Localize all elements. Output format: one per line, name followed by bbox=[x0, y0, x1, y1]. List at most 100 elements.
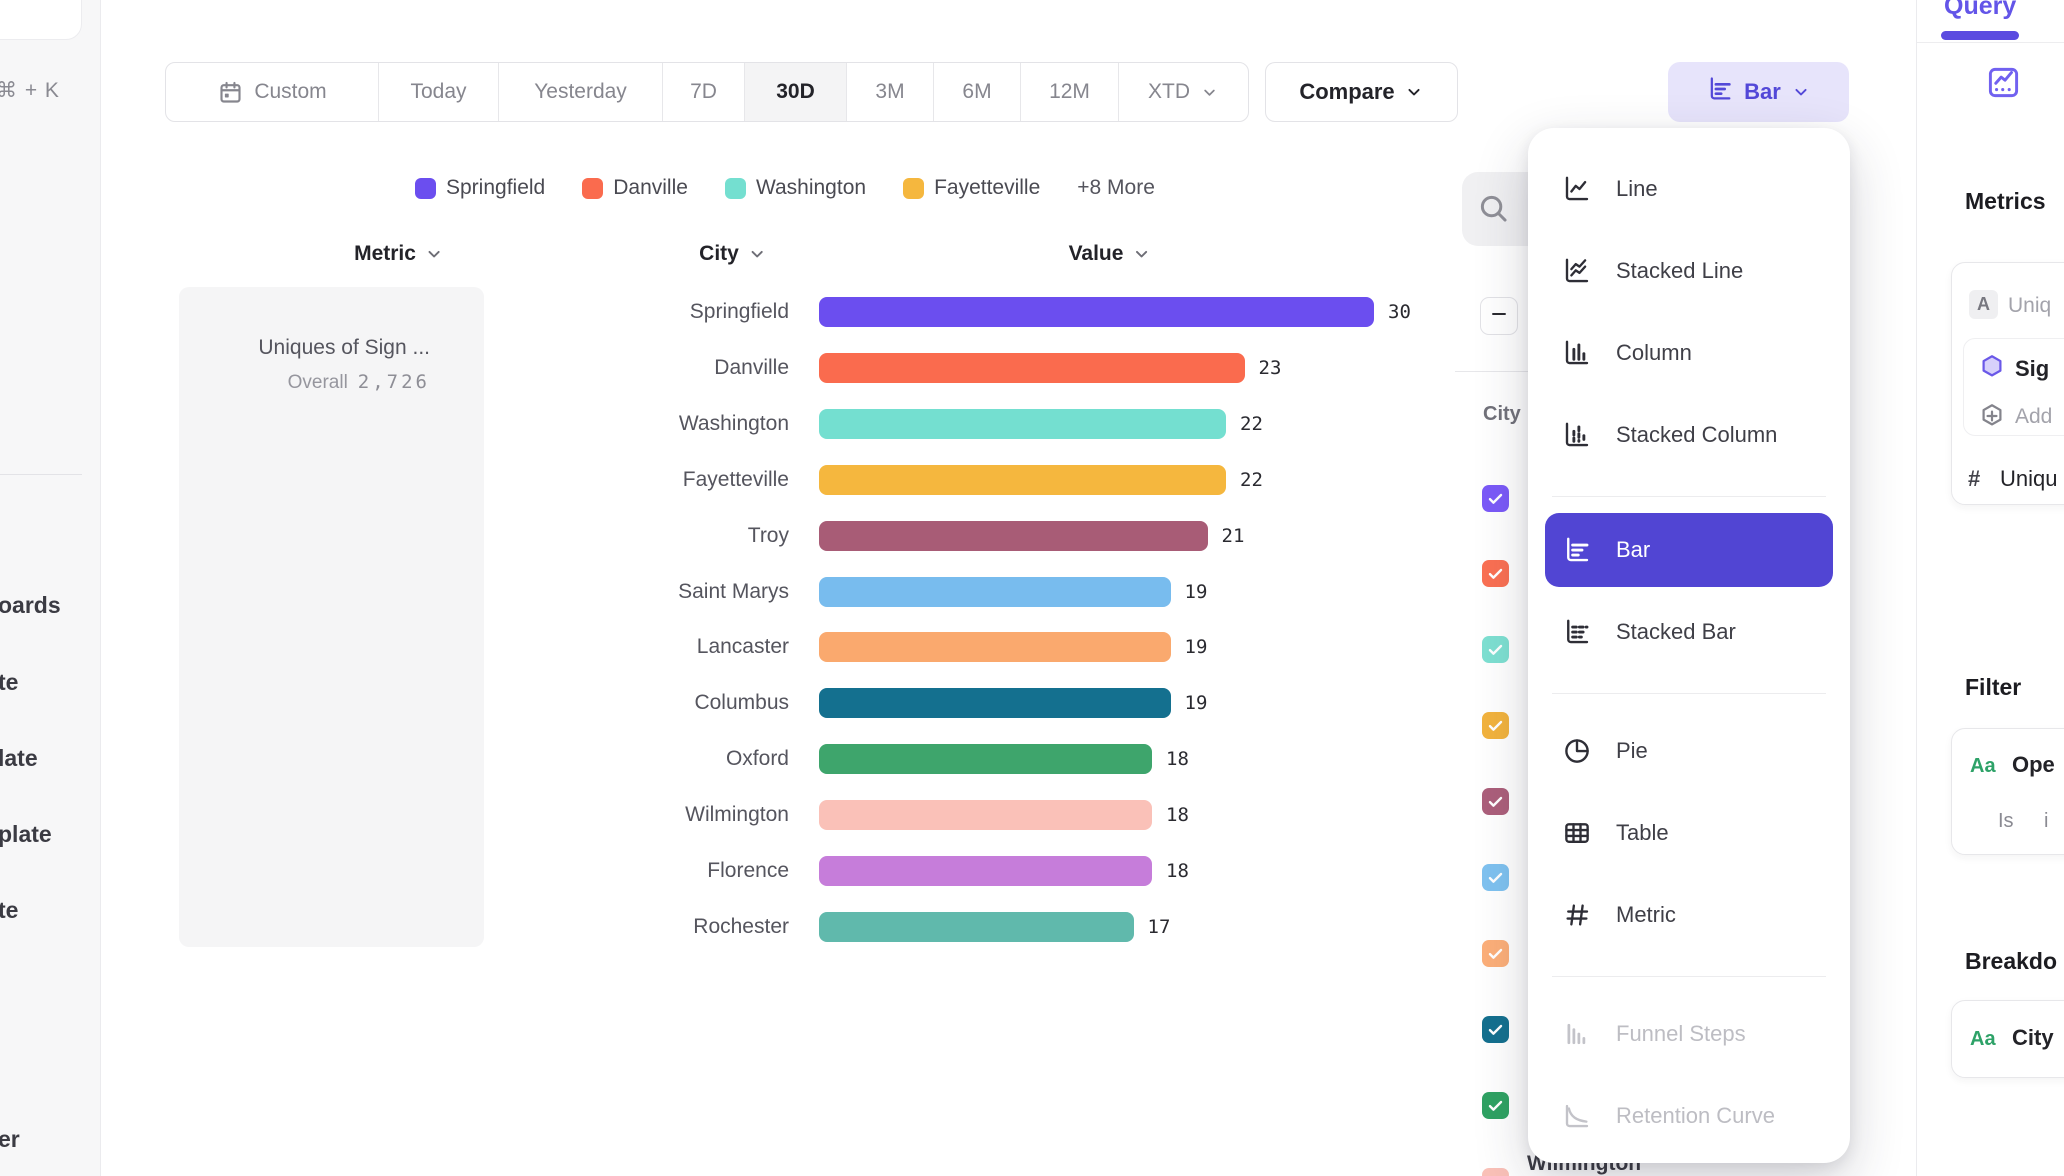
date-range-custom[interactable]: Custom bbox=[166, 63, 379, 121]
sidebar-item-fragment[interactable]: late bbox=[0, 744, 38, 772]
chevron-down-icon bbox=[1200, 83, 1219, 102]
bar[interactable] bbox=[819, 744, 1152, 774]
breakdown-field-text: City bbox=[2012, 1025, 2054, 1051]
menu-item-label: Line bbox=[1616, 176, 1658, 202]
city-checkbox[interactable] bbox=[1482, 560, 1509, 587]
chevron-down-icon bbox=[1404, 82, 1424, 102]
bar-row: Danville23 bbox=[180, 353, 1281, 383]
sidebar-divider bbox=[0, 474, 82, 475]
bar[interactable] bbox=[819, 409, 1226, 439]
bar[interactable] bbox=[819, 912, 1134, 942]
compare-button[interactable]: Compare bbox=[1265, 62, 1458, 122]
date-range-30d[interactable]: 30D bbox=[745, 63, 847, 121]
city-checkbox[interactable] bbox=[1482, 712, 1509, 739]
legend-item[interactable]: Danville bbox=[582, 176, 688, 200]
bar-value-label: 18 bbox=[1166, 748, 1189, 770]
legend-item[interactable]: Springfield bbox=[415, 176, 545, 200]
menu-item-stacked-bar[interactable]: Stacked Bar bbox=[1528, 591, 1850, 673]
chart-type-label: Bar bbox=[1744, 79, 1781, 105]
city-checkbox[interactable] bbox=[1482, 788, 1509, 815]
menu-item-pie[interactable]: Pie bbox=[1528, 710, 1850, 792]
date-range-3m[interactable]: 3M bbox=[847, 63, 934, 121]
bar-row: Oxford18 bbox=[180, 744, 1189, 774]
metric-letter-badge: A bbox=[1969, 290, 1998, 319]
bar-row: Washington22 bbox=[180, 409, 1263, 439]
table-chart-icon bbox=[1562, 818, 1592, 848]
value-header-label: Value bbox=[1069, 242, 1124, 266]
filter-card[interactable]: Aa Ope Is i bbox=[1951, 728, 2064, 855]
menu-divider bbox=[1552, 496, 1826, 497]
metric-name-text: Uniq bbox=[2008, 294, 2051, 318]
sidebar-item-fragment[interactable]: er bbox=[0, 1125, 20, 1153]
sidebar-item-fragment[interactable]: plate bbox=[0, 820, 52, 848]
menu-divider bbox=[1552, 693, 1826, 694]
metric-column-header[interactable]: Metric bbox=[354, 240, 444, 268]
legend-item[interactable]: Washington bbox=[725, 176, 866, 200]
minus-icon bbox=[1487, 302, 1511, 331]
date-range-7d[interactable]: 7D bbox=[663, 63, 745, 121]
city-column-header[interactable]: City bbox=[699, 240, 767, 268]
date-range-12m[interactable]: 12M bbox=[1021, 63, 1119, 121]
metric-card[interactable]: Uniques of Sign ... Overall2,726 bbox=[179, 287, 484, 947]
bar[interactable] bbox=[819, 856, 1152, 886]
bar[interactable] bbox=[819, 521, 1208, 551]
legend-more-link[interactable]: +8 More bbox=[1077, 176, 1155, 200]
date-range-yesterday[interactable]: Yesterday bbox=[499, 63, 663, 121]
chart-type-button[interactable]: Bar bbox=[1668, 62, 1849, 122]
bar[interactable] bbox=[819, 577, 1171, 607]
menu-item-stacked-line[interactable]: Stacked Line bbox=[1528, 230, 1850, 312]
city-checkbox[interactable] bbox=[1482, 1092, 1509, 1119]
event-name-text: Sig bbox=[2015, 356, 2049, 382]
date-range-label: 3M bbox=[875, 80, 904, 104]
sidebar-item-fragment[interactable]: oards bbox=[0, 591, 61, 619]
menu-item-column[interactable]: Column bbox=[1528, 312, 1850, 394]
city-checkbox[interactable] bbox=[1482, 636, 1509, 663]
legend-item[interactable]: Fayetteville bbox=[903, 176, 1040, 200]
keyboard-shortcut-hint: ⌘ + K bbox=[0, 78, 60, 103]
value-column-header[interactable]: Value bbox=[1069, 240, 1152, 268]
legend-swatch bbox=[903, 178, 924, 199]
date-range-label: Custom bbox=[254, 80, 326, 104]
tab-query[interactable]: Query bbox=[1944, 0, 2016, 21]
bar[interactable] bbox=[819, 688, 1171, 718]
bar[interactable] bbox=[819, 353, 1245, 383]
bar[interactable] bbox=[819, 297, 1374, 327]
legend-label: Fayetteville bbox=[934, 176, 1040, 200]
bar[interactable] bbox=[819, 800, 1152, 830]
menu-item-metric[interactable]: Metric bbox=[1528, 874, 1850, 956]
filter-operator-text[interactable]: Is bbox=[1998, 810, 2014, 833]
chart-type-menu: Line Stacked LineColumnStacked Column Bar S… bbox=[1528, 128, 1850, 1163]
city-checkbox[interactable] bbox=[1482, 1016, 1509, 1043]
panel-divider bbox=[1917, 42, 2064, 43]
calendar-icon bbox=[217, 79, 244, 106]
sidebar-item-fragment[interactable]: te bbox=[0, 668, 18, 696]
bar[interactable] bbox=[819, 465, 1226, 495]
collapse-all-button[interactable] bbox=[1480, 297, 1518, 335]
add-event-icon[interactable] bbox=[1978, 402, 2006, 435]
menu-item-stacked-column[interactable]: Stacked Column bbox=[1528, 394, 1850, 476]
sidebar-search-box[interactable] bbox=[0, 0, 82, 40]
menu-divider bbox=[1552, 976, 1826, 977]
chevron-down-icon bbox=[424, 244, 444, 264]
breakdown-heading: Breakdo bbox=[1965, 948, 2057, 975]
bar[interactable] bbox=[819, 632, 1171, 662]
menu-item-table[interactable]: Table bbox=[1528, 792, 1850, 874]
legend-label: Washington bbox=[756, 176, 866, 200]
date-range-xtd[interactable]: XTD bbox=[1119, 63, 1248, 121]
sidebar-item-fragment[interactable]: te bbox=[0, 896, 18, 924]
city-checkbox[interactable] bbox=[1482, 864, 1509, 891]
date-range-6m[interactable]: 6M bbox=[934, 63, 1021, 121]
bar-category-label: Saint Marys bbox=[180, 580, 789, 604]
menu-item-bar[interactable]: Bar bbox=[1545, 513, 1833, 587]
date-range-today[interactable]: Today bbox=[379, 63, 499, 121]
date-range-label: Today bbox=[410, 80, 466, 104]
breakdown-card[interactable]: Aa City bbox=[1951, 1000, 2064, 1078]
metrics-card[interactable]: A Uniq Sig Add # Uniqu bbox=[1951, 262, 2064, 505]
analytics-query-view: ⌘ + K oards te late plate te er Custom Today Ye… bbox=[0, 0, 2064, 1176]
menu-item-line[interactable]: Line bbox=[1528, 148, 1850, 230]
city-checkbox[interactable] bbox=[1482, 1168, 1509, 1176]
city-checkbox[interactable] bbox=[1482, 485, 1509, 512]
menu-item-label: Bar bbox=[1616, 537, 1650, 563]
city-checkbox[interactable] bbox=[1482, 940, 1509, 967]
event-card[interactable]: Sig Add bbox=[1963, 338, 2064, 436]
